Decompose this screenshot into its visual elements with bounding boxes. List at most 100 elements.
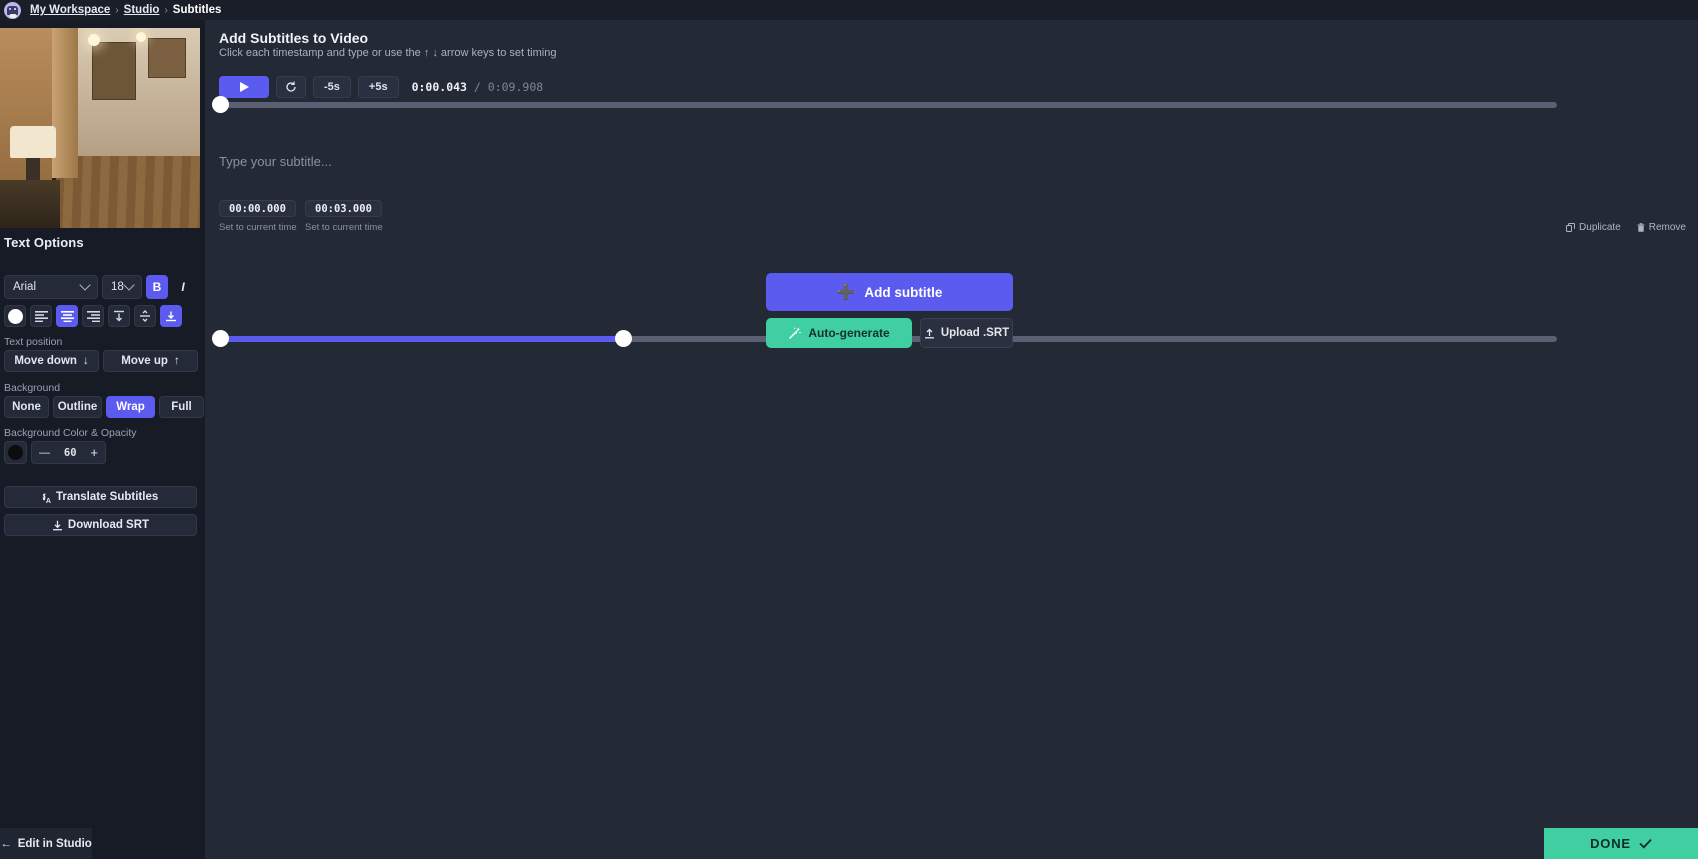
subtitle-row-actions: Duplicate Remove: [1566, 222, 1686, 233]
background-mode-buttons: None Outline Wrap Full: [4, 396, 204, 418]
video-scrubber-handle[interactable]: [212, 96, 229, 113]
workspace-avatar-icon[interactable]: [4, 1, 21, 19]
background-option-none[interactable]: None: [4, 396, 49, 418]
move-down-label: Move down: [14, 355, 77, 367]
vertical-align-top-icon[interactable]: [108, 305, 130, 327]
text-position-buttons: Move down ↓ Move up ↑: [4, 350, 198, 372]
time-display: 0:00.043 / 0:09.908: [412, 80, 544, 94]
translate-icon: ៛A: [42, 491, 51, 505]
breadcrumb-current-subtitles: Subtitles: [172, 4, 222, 16]
page-title: Add Subtitles to Video: [219, 30, 369, 46]
trash-icon: [1637, 223, 1645, 232]
time-separator: /: [473, 80, 481, 94]
bottom-bar: ← Edit in Studio DONE: [0, 828, 1698, 859]
translate-subtitles-button[interactable]: ៛A Translate Subtitles: [4, 486, 197, 508]
restart-icon: [285, 81, 297, 93]
download-srt-label: Download SRT: [67, 519, 150, 531]
opacity-increase-button[interactable]: +: [90, 445, 98, 460]
alignment-controls-row: [4, 305, 182, 327]
forward-5s-button[interactable]: +5s: [357, 76, 399, 98]
italic-button[interactable]: I: [172, 275, 194, 299]
arrow-down-icon: ↓: [82, 355, 89, 367]
breadcrumb-separator-2: ›: [164, 4, 168, 16]
font-size-select[interactable]: 18: [102, 275, 142, 299]
play-button[interactable]: [219, 76, 269, 98]
remove-label: Remove: [1648, 222, 1686, 233]
arrow-up-icon: ↑: [173, 355, 180, 367]
font-controls-row: Arial 18 B I: [4, 275, 194, 299]
subtitle-row: 00:00.000 00:03.000 Set to current time …: [205, 138, 1698, 347]
text-color-swatch: [7, 308, 23, 324]
text-color-swatch-button[interactable]: [4, 305, 26, 327]
background-color-opacity-row: — 60 +: [4, 441, 106, 464]
arrow-left-icon: ←: [0, 837, 12, 850]
download-icon: [52, 520, 63, 531]
subtitle-range-end-handle[interactable]: [615, 330, 632, 347]
background-option-outline[interactable]: Outline: [53, 396, 102, 418]
video-scrubber-track[interactable]: [212, 96, 1557, 113]
breadcrumb-my-workspace[interactable]: My Workspace: [30, 4, 110, 16]
background-color-swatch: [8, 445, 23, 460]
vertical-align-bottom-icon[interactable]: [160, 305, 182, 327]
duplicate-button[interactable]: Duplicate: [1566, 222, 1621, 233]
download-srt-button[interactable]: Download SRT: [4, 514, 197, 536]
remove-button[interactable]: Remove: [1637, 222, 1686, 233]
player-controls: -5s +5s 0:00.043 / 0:09.908: [219, 76, 543, 98]
align-right-icon[interactable]: [82, 305, 104, 327]
play-icon: [239, 82, 249, 92]
auto-generate-button[interactable]: Auto-generate: [766, 318, 912, 348]
edit-in-studio-button[interactable]: ← Edit in Studio: [0, 828, 92, 859]
breadcrumb: My Workspace › Studio › Subtitles: [30, 4, 221, 16]
background-color-swatch-button[interactable]: [4, 441, 27, 464]
breadcrumb-separator-1: ›: [115, 4, 119, 16]
opacity-decrease-button[interactable]: —: [39, 447, 50, 459]
start-time-hint: Set to current time: [219, 222, 297, 233]
move-up-button[interactable]: Move up ↑: [103, 350, 198, 372]
background-label: Background: [4, 382, 61, 394]
plus-icon: ➕: [836, 283, 856, 301]
background-option-wrap[interactable]: Wrap: [106, 396, 155, 418]
opacity-value: 60: [63, 446, 77, 459]
magic-wand-icon: [788, 327, 802, 340]
top-bar: My Workspace › Studio › Subtitles: [0, 0, 1698, 20]
video-frame-thumbnail[interactable]: [0, 28, 200, 228]
vertical-align-middle-icon[interactable]: [134, 305, 156, 327]
add-subtitle-label: Add subtitle: [864, 284, 943, 300]
upload-srt-label: Upload .SRT: [940, 327, 1010, 339]
text-position-label: Text position: [4, 336, 63, 348]
upload-srt-button[interactable]: Upload .SRT: [920, 318, 1013, 348]
subtitle-range-fill: [217, 336, 622, 342]
back-5s-button[interactable]: -5s: [313, 76, 351, 98]
font-family-select[interactable]: Arial: [4, 275, 98, 299]
upload-icon: [924, 328, 935, 339]
add-subtitle-button[interactable]: ➕ Add subtitle: [766, 273, 1013, 311]
auto-generate-label: Auto-generate: [808, 326, 890, 340]
subtitle-start-time-button[interactable]: 00:00.000: [219, 200, 296, 217]
subtitle-text-input[interactable]: [219, 146, 1549, 176]
background-color-opacity-label: Background Color & Opacity: [4, 427, 137, 439]
current-time: 0:00.043: [411, 80, 467, 94]
duplicate-label: Duplicate: [1579, 222, 1621, 233]
total-time: 0:09.908: [487, 80, 544, 94]
move-down-button[interactable]: Move down ↓: [4, 350, 99, 372]
subtitle-range-start-handle[interactable]: [212, 330, 229, 347]
restart-button[interactable]: [276, 76, 306, 98]
check-icon: [1639, 838, 1652, 849]
breadcrumb-studio[interactable]: Studio: [124, 4, 160, 16]
subtitle-end-time-button[interactable]: 00:03.000: [305, 200, 382, 217]
bold-button[interactable]: B: [146, 275, 168, 299]
done-label: DONE: [1590, 836, 1631, 851]
align-left-icon[interactable]: [30, 305, 52, 327]
copy-icon: [1566, 223, 1576, 232]
done-button[interactable]: DONE: [1544, 828, 1698, 859]
edit-in-studio-label: Edit in Studio: [17, 837, 92, 850]
align-center-icon[interactable]: [56, 305, 78, 327]
background-option-full[interactable]: Full: [159, 396, 204, 418]
translate-subtitles-label: Translate Subtitles: [55, 491, 159, 503]
main-panel: Add Subtitles to Video Click each timest…: [205, 20, 1698, 859]
move-up-label: Move up: [121, 355, 168, 367]
left-sidebar: Text Options Arial 18 B I Text position …: [0, 20, 205, 859]
text-options-title: Text Options: [4, 235, 84, 250]
end-time-hint: Set to current time: [305, 222, 383, 233]
page-subtitle: Click each timestamp and type or use the…: [219, 47, 557, 59]
